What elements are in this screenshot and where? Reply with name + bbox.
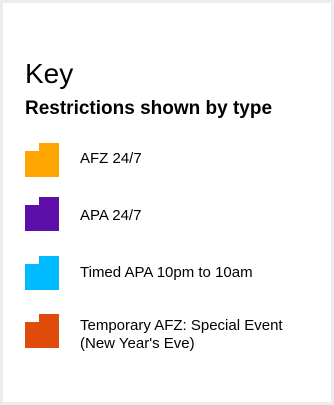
key-subtitle: Restrictions shown by type (25, 98, 273, 119)
key-panel: Key Restrictions shown by type AFZ 24/7 … (3, 3, 331, 402)
legend-item-apa: APA 24/7 (25, 197, 320, 233)
zone-swatch-icon (25, 143, 67, 179)
legend-item-afz: AFZ 24/7 (25, 143, 320, 179)
zone-swatch-icon (25, 256, 67, 292)
key-title: Key (25, 58, 74, 89)
legend-item-timed-apa: Timed APA 10pm to 10am (25, 256, 320, 292)
zone-swatch-icon (25, 197, 67, 233)
legend-item-temporary-afz: Temporary AFZ: Special Event (New Year's… (25, 314, 320, 353)
legend-item-label: APA 24/7 (80, 207, 142, 224)
legend-item-label: Timed APA 10pm to 10am (80, 264, 253, 281)
legend-item-label: Temporary AFZ: Special Event (New Year's… (80, 317, 283, 352)
legend-item-label: AFZ 24/7 (80, 150, 142, 167)
zone-swatch-icon (25, 314, 67, 350)
